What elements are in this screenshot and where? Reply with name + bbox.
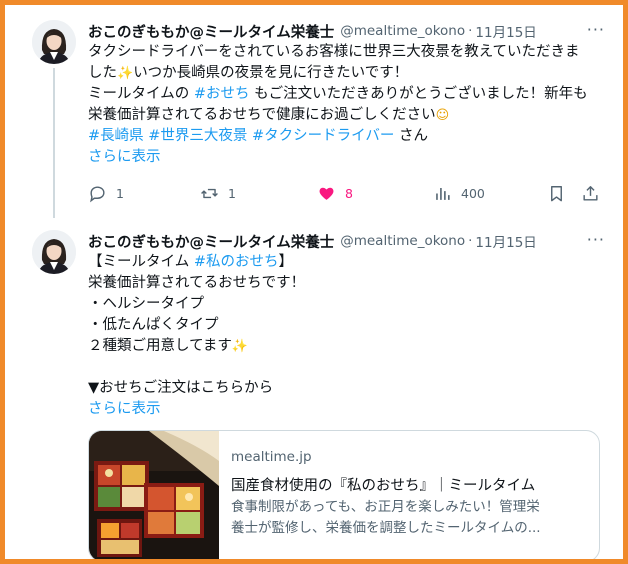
retweet-icon — [201, 188, 218, 198]
screenshot-frame: おこのぎももか@ミールタイム栄養士 @mealtime_okono · 11月1… — [0, 0, 628, 564]
text-line: 栄養価計算されてるおせちで健康にお過ごしください☺ — [88, 105, 605, 126]
share-button[interactable] — [581, 184, 600, 203]
smiling-face-icon: ☺ — [435, 108, 450, 123]
text-line: した✨いつか長崎県の夜景を見に行きたいです！ — [88, 63, 605, 84]
reply-count: 1 — [116, 185, 124, 201]
tweet-header: おこのぎももか@ミールタイム栄養士 @mealtime_okono · 11月1… — [88, 20, 605, 42]
hashtag-my-osechi[interactable]: #私のおせち — [194, 254, 279, 270]
text-span: 栄養価計算されてるおせちです！ — [88, 275, 306, 291]
text-span: ▼おせちご注文はこちらから — [88, 380, 274, 396]
tweet-text: 【ミールタイム #私のおせち】 栄養価計算されてるおせちです！ ・ヘルシータイプ… — [88, 252, 605, 420]
text-span: いつか長崎県の夜景を見に行きたいです！ — [133, 65, 409, 81]
card-title: 国産食材使用の『私のおせち』｜ミールタイム — [231, 478, 536, 494]
avatar[interactable] — [32, 230, 76, 274]
views-count: 400 — [461, 185, 485, 201]
thread-line — [53, 68, 55, 218]
avatar-image — [32, 20, 76, 64]
author-name[interactable]: おこのぎももか@ミールタイム栄養士 — [88, 231, 334, 252]
text-line: さらに表示 — [88, 147, 605, 168]
text-span: 】 — [278, 254, 293, 270]
show-more-link[interactable]: さらに表示 — [88, 149, 161, 165]
views-button[interactable]: 400 — [433, 184, 485, 203]
text-line: ▼おせちご注文はこちらから — [88, 378, 605, 399]
tweet-content: おこのぎももか@ミールタイム栄養士 @mealtime_okono · 11月1… — [88, 20, 605, 168]
views-icon — [436, 187, 450, 200]
text-span: した — [88, 65, 117, 81]
retweet-count: 1 — [228, 185, 236, 201]
separator-dot: · — [468, 23, 473, 39]
tweet-1[interactable]: おこのぎももか@ミールタイム栄養士 @mealtime_okono · 11月1… — [5, 10, 623, 220]
text-span: 栄養価計算されてるおせちで健康にお過ごしください — [88, 107, 436, 123]
text-line: ・ヘルシータイプ — [88, 294, 605, 315]
heart-icon — [319, 187, 334, 200]
share-icon — [583, 185, 598, 201]
text-span: ２種類ご用意してます — [88, 338, 232, 354]
more-options-icon[interactable]: ··· — [587, 20, 605, 39]
text-span: もご注文いただきありがとうございました！新年も — [249, 86, 588, 102]
tweet-actions: 1 1 8 400 — [88, 182, 603, 204]
bookmark-icon — [551, 185, 562, 201]
card-text: mealtime.jp 国産食材使用の『私のおせち』｜ミールタイム 食事制限があ… — [231, 449, 583, 539]
text-line: 栄養価計算されてるおせちです！ — [88, 273, 605, 294]
like-count: 8 — [345, 185, 353, 201]
separator-dot: · — [468, 233, 473, 249]
text-span: さん — [394, 128, 428, 144]
tweet-header: おこのぎももか@ミールタイム栄養士 @mealtime_okono · 11月1… — [88, 230, 605, 252]
text-span: ミールタイムの — [88, 86, 194, 102]
text-line: 【ミールタイム #私のおせち】 — [88, 252, 605, 273]
avatar-image — [32, 230, 76, 274]
author-name[interactable]: おこのぎももか@ミールタイム栄養士 — [88, 21, 334, 42]
card-domain: mealtime.jp — [231, 449, 312, 465]
bookmark-button[interactable] — [547, 184, 566, 203]
reply-icon — [90, 185, 105, 202]
text-line: ミールタイムの #おせち もご注文いただきありがとうございました！新年も — [88, 84, 605, 105]
tweet-date[interactable]: 11月15日 — [475, 231, 536, 251]
hashtag-taxi-driver[interactable]: #タクシードライバー — [252, 128, 394, 144]
link-preview-card[interactable]: mealtime.jp 国産食材使用の『私のおせち』｜ミールタイム 食事制限があ… — [88, 430, 600, 561]
like-button[interactable]: 8 — [317, 184, 353, 203]
card-description-line: 養士が監修し、栄養価を調整したミールタイムの... — [231, 520, 541, 536]
card-description: 食事制限があっても、お正月を楽しみたい！管理栄 養士が監修し、栄養価を調整したミ… — [231, 497, 583, 539]
tweet-text: タクシードライバーをされているお客様に世界三大夜景を教えていただきま した✨いつ… — [88, 42, 605, 168]
author-handle[interactable]: @mealtime_okono — [340, 233, 465, 249]
tweet-2[interactable]: おこのぎももか@ミールタイム栄養士 @mealtime_okono · 11月1… — [5, 220, 623, 561]
tweet-date[interactable]: 11月15日 — [475, 21, 536, 41]
show-more-link[interactable]: さらに表示 — [88, 401, 161, 417]
text-span: ・ヘルシータイプ — [88, 296, 204, 312]
text-line: #長崎県 #世界三大夜景 #タクシードライバー さん — [88, 126, 605, 147]
text-line: さらに表示 — [88, 399, 605, 420]
text-line: タクシードライバーをされているお客様に世界三大夜景を教えていただきま — [88, 42, 605, 63]
text-line: ２種類ご用意してます✨ — [88, 336, 605, 357]
sparkles-icon: ✨ — [117, 66, 134, 81]
text-line: ・低たんぱくタイプ — [88, 315, 605, 336]
reply-button[interactable]: 1 — [88, 184, 124, 203]
text-span: タクシードライバーをされているお客様に世界三大夜景を教えていただきま — [88, 44, 580, 60]
sparkles-icon: ✨ — [231, 339, 249, 354]
retweet-button[interactable]: 1 — [200, 184, 236, 203]
more-options-icon[interactable]: ··· — [587, 230, 605, 249]
text-span: 【ミールタイム — [88, 254, 194, 270]
hashtag-world-night-views[interactable]: #世界三大夜景 — [148, 128, 247, 144]
author-handle[interactable]: @mealtime_okono — [340, 23, 465, 39]
text-span: ・低たんぱくタイプ — [88, 317, 219, 333]
card-description-line: 食事制限があっても、お正月を楽しみたい！管理栄 — [231, 499, 540, 515]
hashtag-osechi[interactable]: #おせち — [194, 86, 250, 102]
tweet-content: おこのぎももか@ミールタイム栄養士 @mealtime_okono · 11月1… — [88, 230, 605, 420]
osechi-image[interactable] — [89, 431, 219, 561]
hashtag-nagasaki[interactable]: #長崎県 — [88, 128, 144, 144]
avatar[interactable] — [32, 20, 76, 64]
